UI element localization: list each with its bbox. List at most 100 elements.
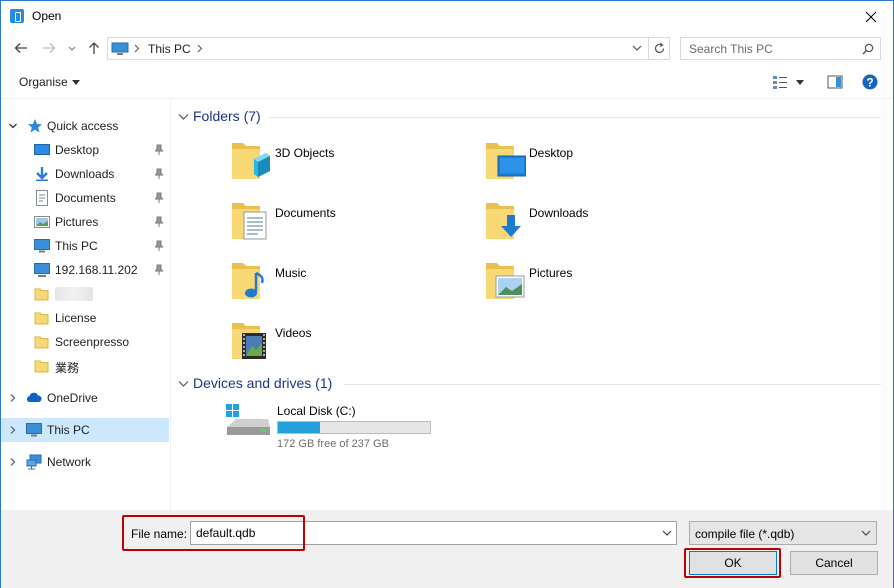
collapse-group-icon[interactable] (178, 113, 189, 121)
nav-item-network-location[interactable]: 192.168.11.202 (1, 258, 169, 282)
change-view-icon[interactable] (772, 74, 788, 90)
pin-icon[interactable] (154, 240, 164, 252)
collapse-group-icon[interactable] (178, 380, 189, 388)
nav-item-documents[interactable]: Documents (1, 186, 169, 210)
nav-label: Network (47, 455, 92, 469)
preview-pane-icon[interactable] (827, 74, 843, 90)
documents-folder-icon (232, 203, 267, 240)
drive-name: Local Disk (C:) (277, 404, 356, 418)
open-dialog: Open This PC Search This PC Organise ? Q… (0, 0, 894, 588)
folder-tile-documents[interactable]: Documents (230, 199, 470, 253)
back-button[interactable] (13, 40, 29, 56)
app-icon (10, 9, 24, 23)
nav-label: 業務 (55, 361, 80, 375)
network-icon (26, 454, 42, 470)
pin-icon[interactable] (154, 192, 164, 204)
view-options-dropdown-icon[interactable] (796, 80, 804, 85)
onedrive-icon (26, 392, 42, 402)
nav-label: Desktop (55, 143, 100, 157)
nav-onedrive[interactable]: OneDrive (1, 386, 169, 410)
navigation-bar: This PC (1, 32, 893, 65)
folder-tile-3d-objects[interactable]: 3D Objects (230, 139, 470, 193)
organise-dropdown-icon[interactable] (72, 80, 80, 85)
search-box[interactable] (680, 37, 881, 60)
nav-this-pc[interactable]: This PC (1, 418, 169, 442)
folder-tile-downloads[interactable]: Downloads (484, 199, 724, 253)
nav-item-desktop[interactable]: Desktop (1, 138, 169, 162)
recent-locations-button[interactable] (67, 40, 83, 56)
nav-item-blurred-folder[interactable] (1, 282, 169, 306)
folder-tile-videos[interactable]: Videos (230, 319, 470, 373)
search-input[interactable] (681, 38, 851, 59)
up-button[interactable] (86, 40, 102, 56)
desktop-icon (34, 144, 50, 155)
network-drive-icon (34, 263, 50, 277)
folder-tile-desktop[interactable]: Desktop (484, 139, 724, 193)
organise-button[interactable]: Organise (19, 75, 68, 89)
drive-free-space: 172 GB free of 237 GB (277, 438, 389, 450)
command-bar: Organise ? (1, 65, 893, 99)
downloads-icon (36, 167, 48, 181)
pictures-folder-icon (486, 263, 525, 299)
pin-icon[interactable] (154, 144, 164, 156)
folder-icon (34, 336, 49, 349)
nav-label: This PC (47, 423, 90, 437)
folder-icon (34, 312, 49, 325)
nav-label: Quick access (47, 119, 119, 133)
window-title: Open (32, 9, 62, 23)
search-icon[interactable] (862, 43, 874, 55)
documents-icon (36, 190, 48, 206)
nav-quick-access[interactable]: Quick access (1, 114, 169, 138)
close-icon (865, 11, 877, 23)
folders-group-title: Folders (7) (193, 108, 261, 124)
breadcrumb-chevron-icon[interactable] (196, 43, 204, 54)
drive-usage-bar (277, 421, 431, 434)
collapsed-chevron-icon[interactable] (8, 425, 18, 435)
folder-name: Pictures (529, 266, 573, 280)
pin-icon[interactable] (154, 216, 164, 228)
nav-item-business[interactable]: 業務 (1, 354, 169, 378)
close-button[interactable] (849, 1, 893, 32)
folder-tile-pictures[interactable]: Pictures (484, 259, 724, 313)
devices-group-title: Devices and drives (1) (193, 375, 333, 391)
address-history-dropdown-icon[interactable] (631, 43, 643, 54)
nav-label: OneDrive (47, 391, 98, 405)
address-bar[interactable]: This PC (107, 37, 670, 60)
folder-name: 3D Objects (275, 146, 335, 160)
navigation-pane: Quick access Desktop Downloads Documents (1, 99, 171, 510)
redacted-label (55, 287, 93, 301)
forward-button[interactable] (41, 40, 57, 56)
chevron-down-icon[interactable] (861, 530, 871, 537)
nav-item-this-pc-pinned[interactable]: This PC (1, 234, 169, 258)
drive-tile-local-disk[interactable]: Local Disk (C:) 172 GB free of 237 GB (224, 401, 464, 451)
folder-name: Downloads (529, 206, 589, 220)
cancel-button[interactable]: Cancel (790, 551, 878, 575)
pin-icon[interactable] (154, 168, 164, 180)
group-divider (344, 384, 881, 385)
refresh-icon (654, 42, 665, 54)
collapsed-chevron-icon[interactable] (8, 393, 18, 403)
back-arrow-icon (14, 43, 27, 53)
title-bar[interactable]: Open (1, 1, 893, 32)
drive-usage-fill (278, 422, 320, 433)
refresh-button[interactable] (648, 37, 670, 60)
nav-item-license[interactable]: License (1, 306, 169, 330)
chevron-down-icon[interactable] (662, 530, 672, 537)
file-list-view: Folders (7) 3D Objects Desktop Documents… (172, 99, 893, 510)
nav-item-screenpresso[interactable]: Screenpresso (1, 330, 169, 354)
folder-tile-music[interactable]: Music (230, 259, 470, 313)
help-icon[interactable]: ? (862, 74, 878, 90)
breadcrumb-chevron-icon (134, 44, 140, 53)
desktop-folder-icon (486, 143, 526, 179)
nav-item-pictures[interactable]: Pictures (1, 210, 169, 234)
nav-item-downloads[interactable]: Downloads (1, 162, 169, 186)
breadcrumb-this-pc[interactable]: This PC (148, 42, 191, 56)
nav-label: Pictures (55, 215, 99, 229)
file-type-select[interactable]: compile file (*.qdb) (689, 521, 877, 545)
expanded-chevron-icon[interactable] (8, 121, 18, 131)
this-pc-icon (34, 239, 50, 253)
nav-network[interactable]: Network (1, 450, 169, 474)
collapsed-chevron-icon[interactable] (8, 457, 18, 467)
pin-icon[interactable] (154, 264, 164, 276)
star-icon (28, 119, 42, 133)
